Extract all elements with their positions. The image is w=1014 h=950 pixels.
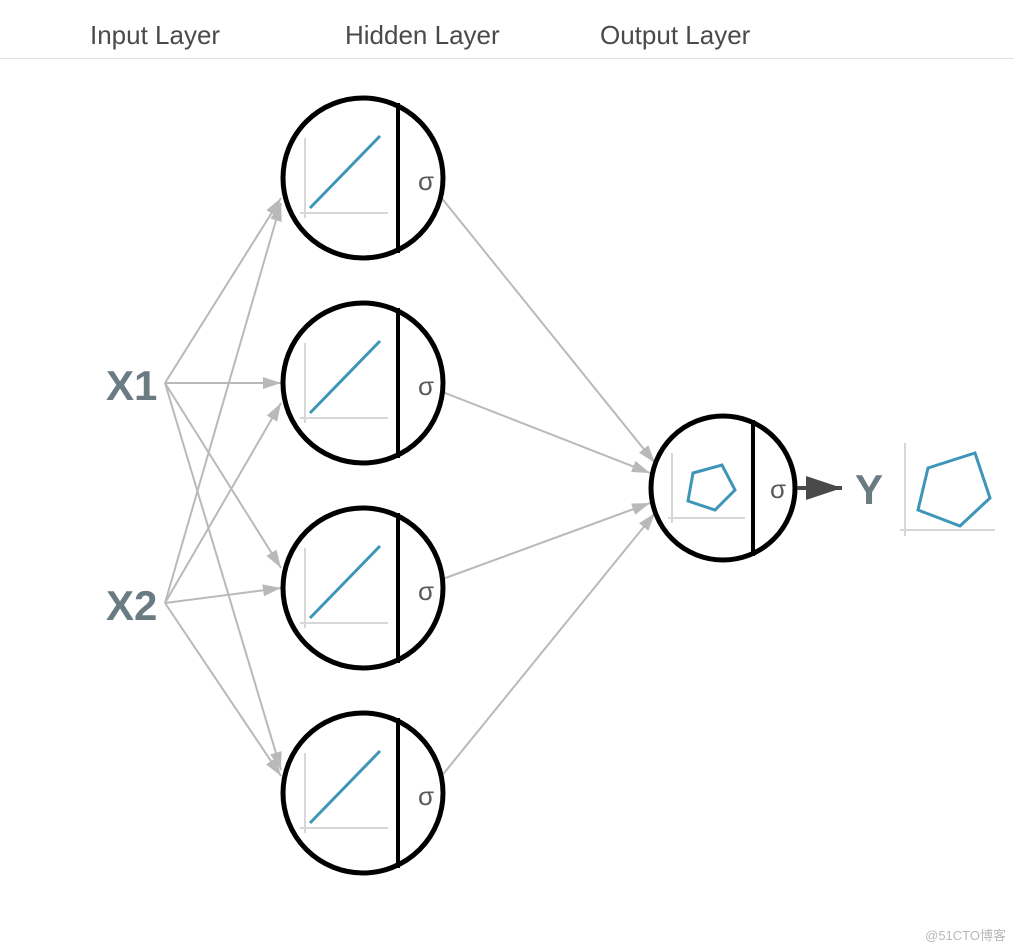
- hidden-node-3: σ: [283, 508, 443, 668]
- output-node: σ: [651, 416, 795, 560]
- input-x1-label: X1: [106, 362, 157, 410]
- watermark: @51CTO博客: [925, 925, 1006, 944]
- header-row: Input Layer Hidden Layer Output Layer: [0, 0, 1014, 59]
- sigma-label: σ: [770, 474, 786, 504]
- sigma-label: σ: [418, 166, 434, 196]
- output-y-label: Y: [855, 466, 883, 513]
- network-svg: σ σ σ σ: [0, 58, 1014, 950]
- header-output: Output Layer: [600, 20, 750, 51]
- hidden-node-4: σ: [283, 713, 443, 873]
- sigma-label: σ: [418, 576, 434, 606]
- sigma-label: σ: [418, 781, 434, 811]
- header-hidden: Hidden Layer: [345, 20, 500, 51]
- edges-input-hidden: [165, 198, 281, 776]
- diagram-canvas: σ σ σ σ: [0, 58, 1014, 950]
- sigma-label: σ: [418, 371, 434, 401]
- edges-hidden-output: [440, 196, 655, 778]
- hidden-node-2: σ: [283, 303, 443, 463]
- polygon-icon: [918, 453, 990, 526]
- hidden-node-1: σ: [283, 98, 443, 258]
- output-chart: [900, 443, 995, 536]
- header-input: Input Layer: [90, 20, 220, 51]
- input-x2-label: X2: [106, 582, 157, 630]
